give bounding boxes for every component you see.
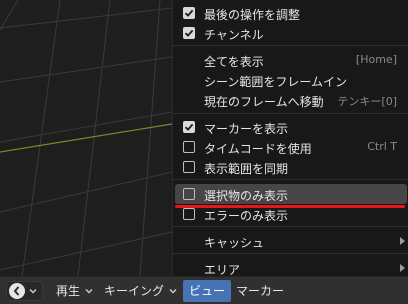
editor-type-button[interactable] <box>6 280 43 301</box>
menu-item-label: 表示範囲を同期 <box>204 162 289 176</box>
menu-item-label: 選択物のみ表示 <box>204 189 289 203</box>
menu-item-only-show-selected[interactable]: 選択物のみ表示 <box>175 184 407 204</box>
menu-label: ビュー <box>189 284 226 298</box>
checkbox-unchecked-icon[interactable] <box>183 141 195 153</box>
checkbox-checked-icon[interactable] <box>183 7 195 19</box>
menu-item-label: シーン範囲をフレームイン <box>204 75 348 89</box>
checkbox-checked-icon[interactable] <box>183 121 195 133</box>
menu-item-area[interactable]: エリア <box>173 258 408 278</box>
menu-item-cache[interactable]: キャッシュ <box>173 231 408 251</box>
menu-item-label: タイムコードを使用 <box>204 142 312 156</box>
menu-label: マーカー <box>236 284 285 298</box>
menu-separator <box>173 179 408 180</box>
chevron-down-icon <box>85 288 93 293</box>
menu-item-show-markers[interactable]: マーカーを表示 <box>173 117 408 137</box>
menu-item-label: 全てを表示 <box>204 55 264 69</box>
menu-label: キーイング <box>104 284 165 298</box>
menu-label: 再生 <box>56 284 81 298</box>
menu-item-shortcut: [Home] <box>355 53 397 66</box>
chevron-down-icon <box>29 288 37 293</box>
menu-item-label: 最後の操作を調整 <box>204 8 301 22</box>
menu-item-label: キャッシュ <box>204 236 265 250</box>
menu-separator <box>173 226 408 227</box>
menu-item-frame-scene-range[interactable]: シーン範囲をフレームイン <box>173 70 408 90</box>
checkbox-unchecked-icon[interactable] <box>183 208 195 220</box>
menu-separator <box>173 45 408 46</box>
clock-icon <box>9 282 25 299</box>
annotation-underline <box>175 205 405 208</box>
menu-view[interactable]: ビュー <box>183 279 232 302</box>
menu-item-adjust-last-operation[interactable]: 最後の操作を調整 <box>173 3 408 23</box>
view-menu-dropdown: 最後の操作を調整 チャンネル 全てを表示 [Home] シーン範囲をフレームイン… <box>172 0 408 278</box>
timeline-header: 再生 キーイング ビュー マーカー <box>0 276 408 304</box>
menu-separator <box>173 113 408 114</box>
submenu-arrow-icon <box>400 237 405 245</box>
menu-item-sync-visible-range[interactable]: 表示範囲を同期 <box>173 157 408 177</box>
menu-item-channels[interactable]: チャンネル <box>173 23 408 43</box>
menu-marker[interactable]: マーカー <box>231 280 289 302</box>
checkbox-unchecked-icon[interactable] <box>183 188 195 200</box>
chevron-down-icon <box>169 288 177 293</box>
checkbox-checked-icon[interactable] <box>183 27 195 39</box>
menu-separator <box>173 253 408 254</box>
menu-keying[interactable]: キーイング <box>99 280 183 302</box>
submenu-arrow-icon <box>400 264 405 272</box>
menu-item-label: 現在のフレームへ移動 <box>204 95 324 109</box>
menu-item-label: エラーのみ表示 <box>204 209 289 223</box>
menu-item-shortcut: テンキー[0] <box>337 95 397 108</box>
menu-item-label: チャンネル <box>204 28 264 42</box>
menu-item-shortcut: Ctrl T <box>367 140 397 153</box>
menu-item-use-timecode[interactable]: タイムコードを使用 Ctrl T <box>173 137 408 157</box>
menu-item-label: マーカーを表示 <box>204 122 289 136</box>
menu-item-view-all[interactable]: 全てを表示 [Home] <box>173 50 408 70</box>
menu-item-go-to-current-frame[interactable]: 現在のフレームへ移動 テンキー[0] <box>173 90 408 110</box>
checkbox-unchecked-icon[interactable] <box>183 161 195 173</box>
menu-playback[interactable]: 再生 <box>51 280 99 302</box>
